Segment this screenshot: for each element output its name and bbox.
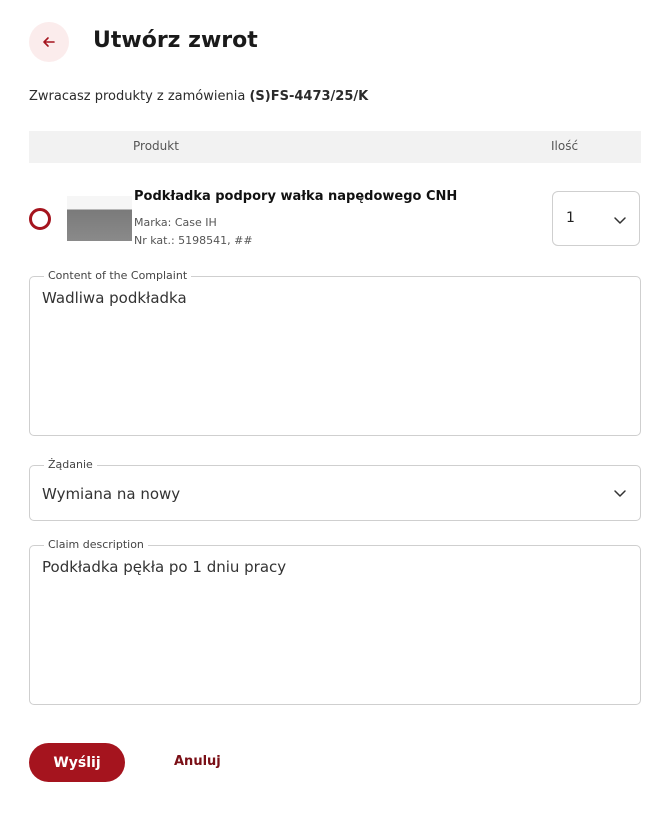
product-image	[67, 196, 132, 241]
quantity-select[interactable]: 1	[552, 191, 640, 246]
table-header: Produkt Ilość	[29, 131, 641, 163]
claim-description-label: Claim description	[44, 538, 148, 551]
request-value: Wymiana na nowy	[42, 485, 181, 503]
product-catalog-number: Nr kat.: 5198541, ##	[134, 234, 253, 247]
cancel-button[interactable]: Anuluj	[174, 754, 221, 769]
claim-description-value: Podkładka pękła po 1 dniu pracy	[42, 558, 287, 576]
product-select-radio[interactable]	[29, 208, 51, 230]
quantity-value: 1	[566, 210, 575, 226]
column-header-product: Produkt	[133, 139, 179, 153]
complaint-content-value: Wadliwa podkładka	[42, 289, 187, 307]
product-name: Podkładka podpory wałka napędowego CNH	[134, 189, 458, 204]
complaint-content-label: Content of the Complaint	[44, 269, 192, 282]
product-brand: Marka: Case IH	[134, 216, 217, 229]
request-select[interactable]: Żądanie Wymiana na nowy	[29, 458, 641, 521]
request-label: Żądanie	[44, 458, 97, 471]
back-button[interactable]	[29, 22, 69, 62]
send-button[interactable]: Wyślij	[29, 743, 125, 782]
chevron-down-icon	[614, 217, 626, 224]
column-header-quantity: Ilość	[551, 139, 579, 153]
order-subtitle: Zwracasz produkty z zamówienia (S)FS-447…	[29, 89, 368, 104]
arrow-left-icon	[43, 37, 55, 47]
order-number: (S)FS-4473/25/K	[249, 89, 369, 104]
complaint-content-field[interactable]: Content of the Complaint Wadliwa podkład…	[29, 269, 641, 436]
claim-description-field[interactable]: Claim description Podkładka pękła po 1 d…	[29, 538, 641, 705]
order-prefix: Zwracasz produkty z zamówienia	[29, 89, 246, 104]
page-title: Utwórz zwrot	[93, 28, 258, 53]
chevron-down-icon	[614, 490, 626, 497]
